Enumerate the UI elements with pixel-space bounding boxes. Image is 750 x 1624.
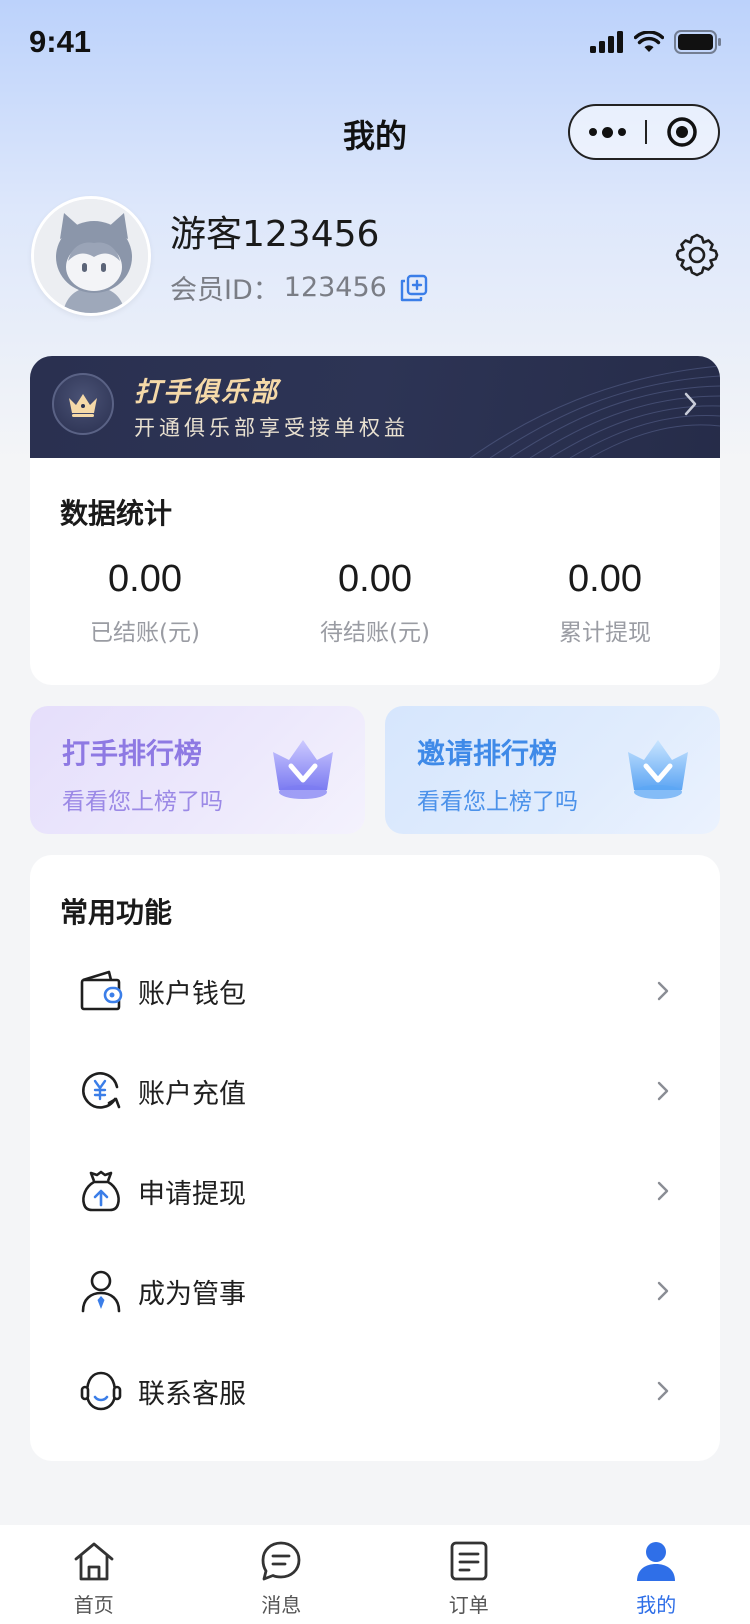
more-dot-icon bbox=[601, 126, 613, 138]
stat-settled[interactable]: 0.00 已结账(元) bbox=[30, 558, 260, 647]
user-icon bbox=[637, 1542, 676, 1581]
username: 游客123456 bbox=[170, 214, 380, 255]
message-icon bbox=[261, 1541, 301, 1581]
ranking-subtitle: 看看您上榜了吗 bbox=[417, 789, 578, 815]
club-banner[interactable]: 打手俱乐部 开通俱乐部享受接单权益 bbox=[30, 356, 720, 458]
member-id-value: 123456 bbox=[283, 272, 387, 303]
tab-label: 消息 bbox=[261, 1593, 302, 1617]
wifi-icon bbox=[634, 31, 664, 52]
stat-value: 0.00 bbox=[338, 558, 412, 600]
chevron-right-icon bbox=[657, 1181, 669, 1201]
tab-label: 订单 bbox=[448, 1593, 489, 1617]
order-icon bbox=[450, 1541, 488, 1581]
avatar[interactable] bbox=[31, 196, 151, 316]
signal-icon bbox=[590, 31, 623, 53]
copy-icon[interactable] bbox=[399, 273, 429, 303]
chevron-right-icon bbox=[684, 392, 697, 416]
ranking-title: 邀请排行榜 bbox=[417, 737, 558, 770]
chevron-right-icon bbox=[657, 1381, 669, 1401]
tab-bar: 首页 消息 订单 我的 bbox=[0, 1525, 750, 1624]
banner-decoration bbox=[469, 365, 720, 458]
manager-icon bbox=[81, 1270, 121, 1313]
menu-item-label: 联系客服 bbox=[138, 1378, 246, 1410]
menu-item-label: 成为管事 bbox=[138, 1278, 246, 1310]
stat-label: 已结账(元) bbox=[90, 620, 200, 646]
crown-icon bbox=[273, 740, 333, 799]
tab-label: 首页 bbox=[73, 1593, 114, 1617]
close-miniprogram-button[interactable] bbox=[647, 116, 718, 148]
club-title: 打手俱乐部 bbox=[134, 377, 279, 408]
tab-orders[interactable]: 订单 bbox=[375, 1525, 563, 1624]
menu-item-label: 申请提现 bbox=[138, 1178, 246, 1210]
menu-item-label: 账户充值 bbox=[138, 1078, 246, 1110]
club-badge bbox=[52, 373, 114, 435]
menu-item-recharge[interactable]: 账户充值 bbox=[30, 1041, 720, 1141]
stats-title: 数据统计 bbox=[60, 497, 173, 530]
recharge-icon bbox=[82, 1072, 121, 1109]
crown-icon bbox=[69, 394, 97, 417]
stats-card: 数据统计 0.00 已结账(元) 0.00 待结账(元) 0.00 累计提现 bbox=[30, 458, 720, 685]
player-ranking-card[interactable]: 打手排行榜 看看您上榜了吗 bbox=[30, 706, 365, 834]
menu-item-wallet[interactable]: 账户钱包 bbox=[30, 941, 720, 1041]
stat-label: 累计提现 bbox=[559, 620, 651, 646]
club-subtitle: 开通俱乐部享受接单权益 bbox=[134, 416, 409, 440]
battery-icon bbox=[674, 30, 721, 54]
ranking-title: 打手排行榜 bbox=[62, 737, 203, 770]
common-functions-card: 常用功能 账户钱包 账户充值 申请提现 成为管事 联系客服 bbox=[30, 855, 720, 1461]
menu-item-customer-service[interactable]: 联系客服 bbox=[30, 1341, 720, 1441]
member-id-label: 会员ID： bbox=[170, 275, 280, 306]
stat-pending[interactable]: 0.00 待结账(元) bbox=[260, 558, 490, 647]
tab-mine[interactable]: 我的 bbox=[563, 1525, 750, 1624]
invite-ranking-card[interactable]: 邀请排行榜 看看您上榜了吗 bbox=[385, 706, 720, 834]
tab-home[interactable]: 首页 bbox=[0, 1525, 188, 1624]
chevron-right-icon bbox=[657, 1281, 669, 1301]
status-time: 9:41 bbox=[29, 24, 92, 59]
tab-messages[interactable]: 消息 bbox=[188, 1525, 376, 1624]
stat-label: 待结账(元) bbox=[320, 620, 430, 646]
functions-title: 常用功能 bbox=[60, 896, 173, 929]
tab-label: 我的 bbox=[636, 1593, 677, 1617]
withdraw-bag-icon bbox=[82, 1170, 120, 1212]
stat-value: 0.00 bbox=[568, 558, 642, 600]
wallet-icon bbox=[80, 970, 123, 1011]
target-icon bbox=[667, 117, 698, 147]
menu-item-manager[interactable]: 成为管事 bbox=[30, 1241, 720, 1341]
status-icons bbox=[590, 30, 722, 54]
more-dot-icon bbox=[617, 128, 626, 136]
home-icon bbox=[74, 1542, 114, 1581]
stat-value: 0.00 bbox=[108, 558, 182, 600]
customer-service-icon bbox=[80, 1371, 122, 1411]
more-button[interactable] bbox=[570, 126, 645, 138]
member-id: 会员ID： 123456 bbox=[170, 268, 429, 307]
crown-icon bbox=[628, 740, 688, 799]
ranking-subtitle: 看看您上榜了吗 bbox=[62, 789, 223, 815]
menu-item-label: 账户钱包 bbox=[138, 978, 246, 1010]
miniprogram-capsule bbox=[568, 104, 720, 160]
menu-item-withdraw[interactable]: 申请提现 bbox=[30, 1141, 720, 1241]
more-dot-icon bbox=[588, 128, 597, 136]
gear-icon bbox=[675, 233, 719, 277]
chevron-right-icon bbox=[657, 981, 669, 1001]
stat-withdrawn[interactable]: 0.00 累计提现 bbox=[490, 558, 720, 647]
settings-button[interactable] bbox=[674, 232, 720, 278]
chevron-right-icon bbox=[657, 1081, 669, 1101]
